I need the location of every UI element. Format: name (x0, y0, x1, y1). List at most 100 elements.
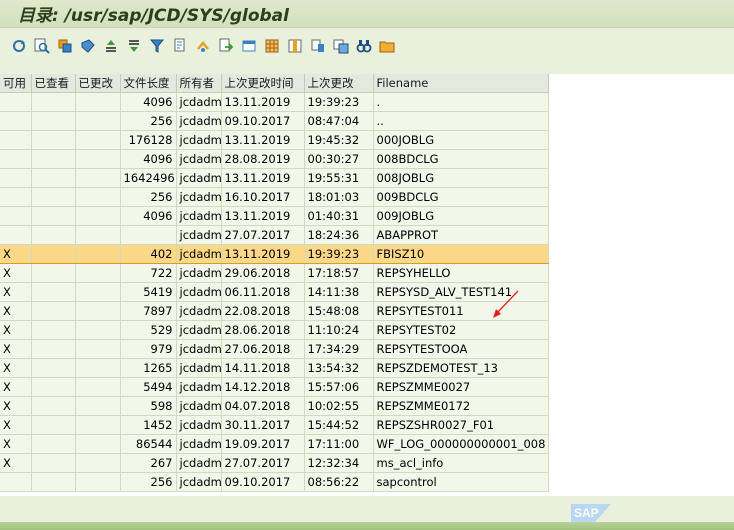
last-changed-time-cell[interactable]: 15:57:06 (304, 377, 374, 397)
table-row[interactable]: X 5419 jcdadm 06.11.2018 14:11:38 REPSYSD_ALV… (0, 282, 549, 302)
table-row[interactable]: X 1452 jcdadm 30.11.2017 15:44:52 REPSZSHR002… (0, 415, 549, 435)
viewed-cell[interactable] (31, 453, 76, 473)
select-icon[interactable] (55, 36, 75, 56)
table-row[interactable]: 1642496 jcdadm 13.11.2019 19:55:31 008JOBLG (0, 168, 549, 188)
last-changed-date-cell[interactable]: 28.08.2019 (221, 149, 305, 169)
changed-cell[interactable] (75, 339, 121, 359)
available-cell[interactable] (0, 206, 32, 226)
column-header[interactable]: 已更改 (75, 74, 121, 93)
last-changed-time-cell[interactable]: 19:55:31 (304, 168, 374, 188)
changed-cell[interactable] (75, 111, 121, 131)
changed-cell[interactable] (75, 472, 121, 492)
sort-descending-icon[interactable] (124, 36, 144, 56)
changed-cell[interactable] (75, 130, 121, 150)
filename-cell[interactable]: FBISZ10 (373, 243, 549, 264)
filter-icon[interactable] (147, 36, 167, 56)
owner-cell[interactable]: jcdadm (176, 92, 222, 112)
filename-cell[interactable]: 009BDCLG (373, 187, 549, 207)
viewed-cell[interactable] (31, 263, 76, 283)
last-changed-date-cell[interactable]: 27.07.2017 (221, 453, 305, 473)
available-cell[interactable]: X (0, 301, 32, 321)
filename-cell[interactable]: ABAPPROT (373, 225, 549, 245)
print-icon[interactable] (170, 36, 190, 56)
available-cell[interactable] (0, 111, 32, 131)
last-changed-date-cell[interactable]: 09.10.2017 (221, 111, 305, 131)
viewed-cell[interactable] (31, 377, 76, 397)
last-changed-time-cell[interactable]: 11:10:24 (304, 320, 374, 340)
changed-cell[interactable] (75, 243, 121, 264)
owner-cell[interactable]: jcdadm (176, 472, 222, 492)
last-changed-date-cell[interactable]: 29.06.2018 (221, 263, 305, 283)
owner-cell[interactable]: jcdadm (176, 282, 222, 302)
last-changed-time-cell[interactable]: 12:32:34 (304, 453, 374, 473)
filename-cell[interactable]: 008BDCLG (373, 149, 549, 169)
owner-cell[interactable]: jcdadm (176, 111, 222, 131)
refresh-icon[interactable] (9, 36, 29, 56)
last-changed-date-cell[interactable]: 13.11.2019 (221, 206, 305, 226)
viewed-cell[interactable] (31, 339, 76, 359)
last-changed-time-cell[interactable]: 17:34:29 (304, 339, 374, 359)
last-changed-time-cell[interactable]: 19:45:32 (304, 130, 374, 150)
last-changed-time-cell[interactable]: 17:11:00 (304, 434, 374, 454)
filename-cell[interactable]: 009JOBLG (373, 206, 549, 226)
filename-cell[interactable]: REPSYHELLO (373, 263, 549, 283)
viewed-cell[interactable] (31, 415, 76, 435)
changed-cell[interactable] (75, 187, 121, 207)
last-changed-time-cell[interactable]: 15:48:08 (304, 301, 374, 321)
available-cell[interactable]: X (0, 377, 32, 397)
viewed-cell[interactable] (31, 472, 76, 492)
file-length-cell[interactable]: 256 (120, 111, 177, 131)
last-changed-date-cell[interactable]: 30.11.2017 (221, 415, 305, 435)
table-row[interactable]: X 979 jcdadm 27.06.2018 17:34:29 REPSYTESTOOA (0, 339, 549, 359)
viewed-cell[interactable] (31, 282, 76, 302)
column-header[interactable]: 文件长度 (120, 74, 177, 93)
last-changed-time-cell[interactable]: 19:39:23 (304, 243, 374, 264)
available-cell[interactable]: X (0, 243, 32, 264)
last-changed-time-cell[interactable]: 14:11:38 (304, 282, 374, 302)
file-length-cell[interactable]: 1452 (120, 415, 177, 435)
owner-cell[interactable]: jcdadm (176, 149, 222, 169)
owner-cell[interactable]: jcdadm (176, 187, 222, 207)
filename-cell[interactable]: 008JOBLG (373, 168, 549, 188)
owner-cell[interactable]: jcdadm (176, 358, 222, 378)
available-cell[interactable] (0, 92, 32, 112)
last-changed-date-cell[interactable]: 28.06.2018 (221, 320, 305, 340)
table-row[interactable]: X 267 jcdadm 27.07.2017 12:32:34 ms_acl_info (0, 453, 549, 473)
last-changed-time-cell[interactable]: 08:56:22 (304, 472, 374, 492)
changed-cell[interactable] (75, 225, 121, 245)
last-changed-time-cell[interactable]: 15:44:52 (304, 415, 374, 435)
table-row[interactable]: X 722 jcdadm 29.06.2018 17:18:57 REPSYHELLO (0, 263, 549, 283)
filename-cell[interactable]: REPSZDEMOTEST_13 (373, 358, 549, 378)
changed-cell[interactable] (75, 434, 121, 454)
last-changed-date-cell[interactable]: 19.09.2017 (221, 434, 305, 454)
file-length-cell[interactable]: 402 (120, 243, 177, 264)
sort-ascending-icon[interactable] (101, 36, 121, 56)
table-row[interactable]: X 5494 jcdadm 14.12.2018 15:57:06 REPSZMME002… (0, 377, 549, 397)
table-row[interactable]: X 1265 jcdadm 14.11.2018 13:54:32 REPSZDEMOTE… (0, 358, 549, 378)
viewed-cell[interactable] (31, 187, 76, 207)
export-icon[interactable] (216, 36, 236, 56)
file-length-cell[interactable]: 529 (120, 320, 177, 340)
changed-cell[interactable] (75, 415, 121, 435)
available-cell[interactable]: X (0, 358, 32, 378)
grid-icon[interactable] (262, 36, 282, 56)
last-changed-time-cell[interactable]: 10:02:55 (304, 396, 374, 416)
owner-cell[interactable]: jcdadm (176, 263, 222, 283)
copy-icon[interactable] (331, 36, 351, 56)
owner-cell[interactable]: jcdadm (176, 301, 222, 321)
file-length-cell[interactable]: 4096 (120, 149, 177, 169)
changed-cell[interactable] (75, 396, 121, 416)
last-changed-time-cell[interactable]: 13:54:32 (304, 358, 374, 378)
file-length-cell[interactable]: 979 (120, 339, 177, 359)
last-changed-time-cell[interactable]: 08:47:04 (304, 111, 374, 131)
move-icon[interactable] (308, 36, 328, 56)
filename-cell[interactable]: 000JOBLG (373, 130, 549, 150)
file-length-cell[interactable] (120, 225, 177, 245)
file-length-cell[interactable]: 4096 (120, 206, 177, 226)
owner-cell[interactable]: jcdadm (176, 453, 222, 473)
column-header[interactable]: Filename (373, 74, 549, 93)
column-header[interactable]: 所有者 (176, 74, 222, 93)
table-row[interactable]: 256 jcdadm 09.10.2017 08:56:22 sapcontrol (0, 472, 549, 492)
filename-cell[interactable]: REPSYTEST02 (373, 320, 549, 340)
last-changed-time-cell[interactable]: 00:30:27 (304, 149, 374, 169)
